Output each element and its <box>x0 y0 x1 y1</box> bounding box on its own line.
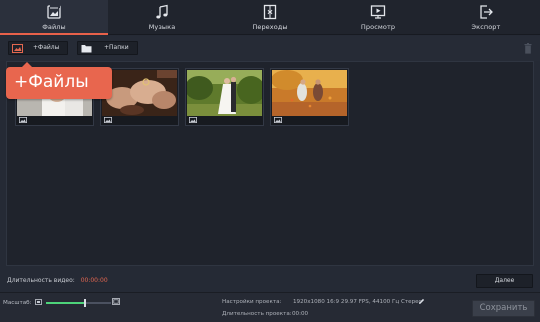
image-icon <box>104 117 112 123</box>
export-icon <box>480 5 493 19</box>
image-icon <box>12 44 23 53</box>
tab-preview-label: Просмотр <box>360 23 396 31</box>
project-settings-label: Настройки проекта: <box>222 299 282 305</box>
tab-music[interactable]: Музыка <box>108 0 216 34</box>
tab-transitions[interactable]: Переходы <box>216 0 324 34</box>
video-duration-label: Длительность видео: <box>7 277 75 284</box>
add-folders-label: +Папки <box>104 44 129 51</box>
add-files-callout: +Файлы <box>6 62 112 99</box>
preview-icon <box>370 5 386 19</box>
tab-files[interactable]: Файлы <box>0 0 108 35</box>
project-duration-value: 00:00 <box>292 311 309 317</box>
add-files-button[interactable]: +Файлы <box>8 41 68 55</box>
project-settings-value: 1920x1080 16:9 29.97 FPS, 44100 Гц Стере… <box>293 299 422 305</box>
video-duration: Длительность видео: 00:00:00 <box>7 277 108 284</box>
tab-preview[interactable]: Просмотр <box>324 0 432 34</box>
status-bar: Масштаб: Настройки проекта: 1920x1080 16… <box>0 292 540 322</box>
tab-export[interactable]: Экспорт <box>432 0 540 34</box>
zoom-in-icon[interactable] <box>112 298 120 305</box>
image-icon <box>274 117 282 123</box>
tab-export-label: Экспорт <box>471 23 501 31</box>
zoom-slider[interactable] <box>46 299 111 307</box>
photo-wedding-couple-park <box>187 70 262 116</box>
thumbnail-footer <box>271 116 348 125</box>
trash-icon[interactable] <box>524 43 532 54</box>
thumbnail-footer <box>186 116 263 125</box>
tab-music-label: Музыка <box>148 23 176 31</box>
zoom-out-icon[interactable] <box>35 299 42 305</box>
photo-couple-autumn-leaves <box>272 70 347 116</box>
zoom-label: Масштаб: <box>3 300 32 306</box>
files-toolbar: +Файлы +Папки <box>0 36 540 61</box>
media-thumbnail[interactable] <box>185 68 264 126</box>
project-duration-label: Длительность проекта: <box>222 311 292 317</box>
callout-text: +Файлы <box>14 72 89 92</box>
thumbnail-footer <box>16 116 93 125</box>
music-icon <box>156 4 168 19</box>
photo-hands-with-rings <box>102 70 177 116</box>
image-icon <box>189 117 197 123</box>
tab-files-label: Файлы <box>42 23 66 31</box>
thumbnail-footer <box>101 116 178 125</box>
image-icon <box>19 117 27 123</box>
next-button[interactable]: Далее <box>476 274 533 288</box>
folder-icon <box>81 45 92 53</box>
media-thumbnail[interactable] <box>270 68 349 126</box>
zoom-slider-handle[interactable] <box>84 299 86 307</box>
add-folders-button[interactable]: +Папки <box>77 41 138 55</box>
add-files-label: +Файлы <box>33 44 60 51</box>
tab-transitions-label: Переходы <box>252 23 288 31</box>
main-nav: Файлы Музыка Переходы Просмотр Экспорт <box>0 0 540 35</box>
transitions-icon <box>263 4 277 20</box>
save-button[interactable]: Сохранить <box>472 300 535 317</box>
zoom-slider-fill <box>46 302 85 304</box>
pencil-icon[interactable] <box>418 298 425 305</box>
files-icon <box>47 5 61 19</box>
video-duration-value: 00:00:00 <box>80 277 108 284</box>
